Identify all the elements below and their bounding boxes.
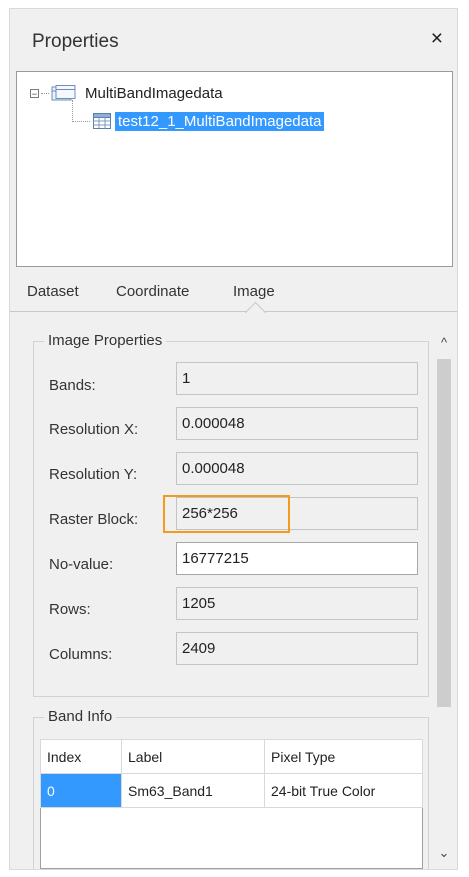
resolution-y-label: Resolution Y: [49, 466, 138, 483]
vertical-scrollbar[interactable]: ^ ⌄ [434, 331, 454, 867]
band-index-cell[interactable]: 0 [40, 773, 122, 808]
resolution-x-field: 0.000048 [176, 407, 418, 440]
tree-node-root-label: MultiBandImagedata [85, 84, 223, 102]
band-info-table: Index Label Pixel Type 0 Sm63_Band1 24-b… [40, 739, 423, 808]
rows-label: Rows: [49, 601, 91, 618]
panel-header: Properties × [10, 9, 457, 71]
table-row[interactable]: 0 Sm63_Band1 24-bit True Color [40, 773, 423, 808]
raster-block-label: Raster Block: [49, 511, 139, 528]
tree-node-child-label: test12_1_MultiBandImagedata [115, 111, 325, 131]
columns-field: 2409 [176, 632, 418, 665]
tree-node-root[interactable]: − MultiBandImagedata [30, 83, 223, 103]
tree-node-child[interactable]: test12_1_MultiBandImagedata [93, 111, 325, 131]
tab-dataset[interactable]: Dataset [27, 283, 79, 300]
band-table-header: Index Label Pixel Type [40, 739, 423, 774]
tab-bar: Dataset Coordinate Image [10, 267, 457, 324]
scroll-up-icon[interactable]: ^ [434, 335, 454, 350]
rows-field: 1205 [176, 587, 418, 620]
scroll-down-icon[interactable]: ⌄ [434, 845, 454, 861]
bands-field: 1 [176, 362, 418, 395]
raster-grid-icon [93, 113, 111, 129]
tree-connector [72, 100, 73, 122]
dataset-tree[interactable]: − MultiBandImagedata test12_1_MultiBandI… [16, 71, 453, 267]
active-tab-indicator [244, 301, 267, 324]
no-value-label: No-value: [49, 556, 114, 573]
collapse-toggle-icon[interactable]: − [30, 88, 39, 98]
bands-label: Bands: [49, 377, 96, 394]
tab-image[interactable]: Image [233, 283, 275, 300]
dataset-group-icon [51, 84, 77, 102]
column-header-pixel-type[interactable]: Pixel Type [264, 739, 423, 774]
band-label-cell[interactable]: Sm63_Band1 [121, 773, 265, 808]
scroll-thumb[interactable] [437, 359, 451, 707]
resolution-y-field: 0.000048 [176, 452, 418, 485]
panel-title: Properties [32, 31, 119, 52]
resolution-x-label: Resolution X: [49, 421, 139, 438]
close-icon[interactable]: × [431, 27, 443, 51]
image-properties-title: Image Properties [44, 332, 167, 349]
column-header-index[interactable]: Index [40, 739, 122, 774]
properties-panel: Properties × − MultiBandImagedata test12… [9, 8, 458, 870]
band-info-title: Band Info [44, 708, 117, 725]
no-value-input[interactable]: 16777215 [176, 542, 418, 575]
columns-label: Columns: [49, 646, 113, 663]
raster-block-field: 256*256 [176, 497, 418, 530]
tab-coordinate[interactable]: Coordinate [116, 283, 189, 300]
column-header-label[interactable]: Label [121, 739, 265, 774]
band-pixel-type-cell[interactable]: 24-bit True Color [264, 773, 423, 808]
tree-connector [72, 121, 90, 122]
tab-divider [10, 311, 457, 312]
